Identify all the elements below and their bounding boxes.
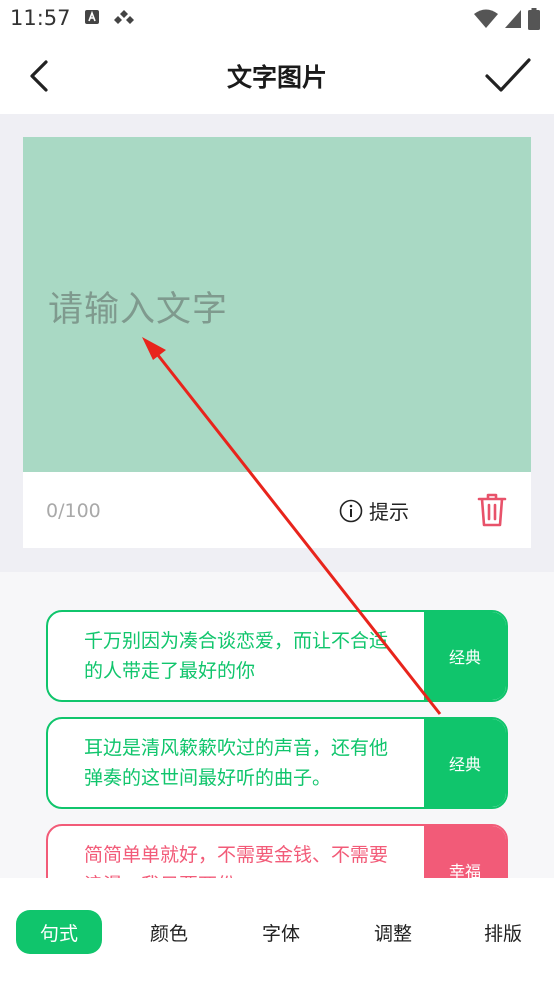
quote-card[interactable]: 简简单单就好，不需要金钱、不需要浪漫，我只要两份 幸福 <box>46 824 508 878</box>
page-title: 文字图片 <box>226 63 327 92</box>
tab-adjust[interactable]: 调整 <box>350 910 436 954</box>
battery-icon <box>528 8 540 30</box>
editor-footer: 0/100 提示 <box>23 472 531 548</box>
quote-text: 简简单单就好，不需要金钱、不需要浪漫，我只要两份 <box>84 844 389 878</box>
char-count: 0/100 <box>46 500 101 522</box>
info-icon <box>339 499 363 522</box>
text-canvas[interactable]: 请输入文字 <box>23 137 531 472</box>
signal-icon <box>505 10 521 28</box>
quote-card[interactable]: 耳边是清风簌簌吹过的声音，还有他弹奏的这世间最好听的曲子。 经典 <box>46 717 508 809</box>
hint-button[interactable]: 提示 <box>339 496 409 525</box>
wifi-icon <box>474 9 498 28</box>
diamond-notification-icon <box>114 10 134 24</box>
status-time: 11:57 <box>10 6 71 30</box>
notification-icons <box>84 9 134 25</box>
status-bar: 11:57 <box>0 0 554 38</box>
app-bar: 文字图片 <box>0 38 554 114</box>
checkmark-icon[interactable] <box>484 54 532 98</box>
trash-icon[interactable] <box>477 492 507 528</box>
quote-tag: 经典 <box>424 612 506 700</box>
tab-layout[interactable]: 排版 <box>460 910 546 954</box>
bottom-tab-bar: 句式 颜色 字体 调整 排版 <box>0 878 554 984</box>
system-icons <box>474 8 540 30</box>
tab-font[interactable]: 字体 <box>238 910 324 954</box>
quote-tag: 幸福 <box>424 826 506 878</box>
hint-label: 提示 <box>369 500 409 524</box>
quote-tag: 经典 <box>424 719 506 807</box>
quote-list: 千万别因为凑合谈恋爱，而让不合适的人带走了最好的你 经典 耳边是清风簌簌吹过的声… <box>0 572 554 878</box>
tab-color[interactable]: 颜色 <box>126 910 212 954</box>
text-input-placeholder[interactable]: 请输入文字 <box>48 281 228 332</box>
editor-section: 请输入文字 0/100 提示 <box>0 114 554 572</box>
tab-sentence[interactable]: 句式 <box>16 910 102 954</box>
app-notification-icon <box>85 10 99 24</box>
quote-card[interactable]: 千万别因为凑合谈恋爱，而让不合适的人带走了最好的你 经典 <box>46 610 508 702</box>
quote-text: 耳边是清风簌簌吹过的声音，还有他弹奏的这世间最好听的曲子。 <box>84 737 389 789</box>
quote-text: 千万别因为凑合谈恋爱，而让不合适的人带走了最好的你 <box>84 630 389 682</box>
